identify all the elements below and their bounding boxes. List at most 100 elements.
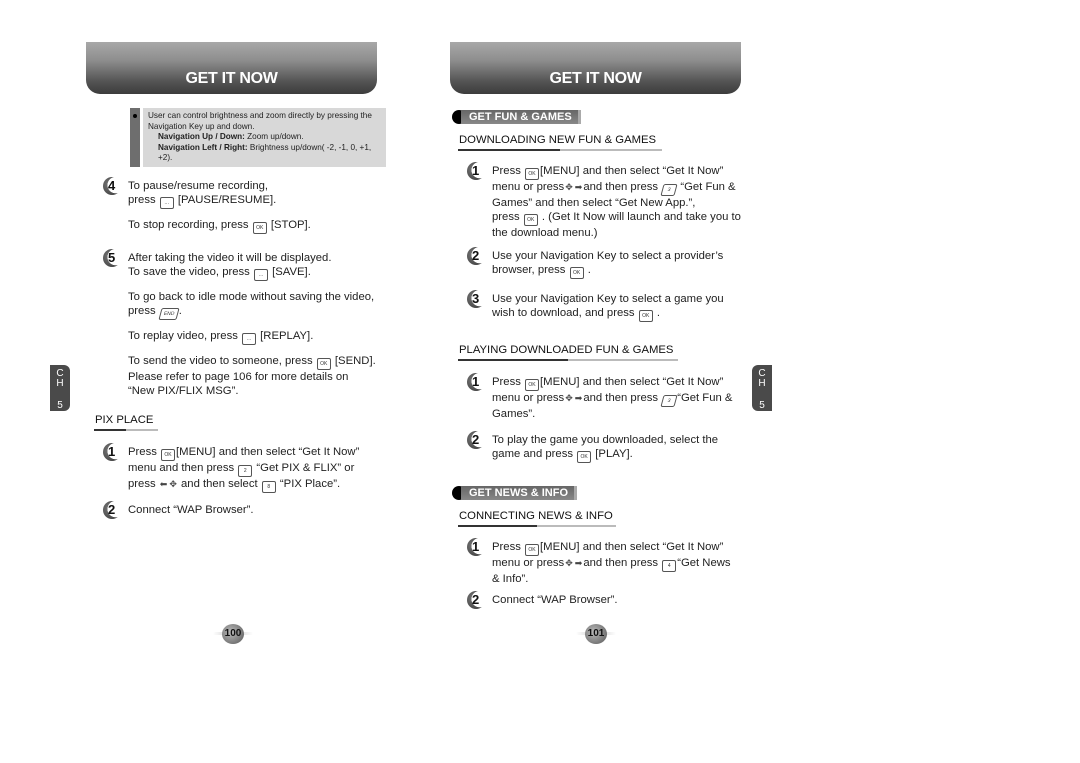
- step5-line6b: [SEND].: [334, 355, 376, 367]
- step4-line2b: [PAUSE/RESUME].: [177, 194, 277, 206]
- ok-key-icon: OK: [577, 451, 592, 463]
- step-number-4: 4: [103, 177, 121, 195]
- d1-line2a: menu or press: [492, 181, 565, 193]
- nav-key-icon: ✥: [565, 558, 573, 568]
- news-step-2: Connect “WAP Browser”.: [492, 593, 762, 607]
- key-4-icon: 4: [662, 560, 677, 572]
- chapter-h: H: [56, 378, 64, 389]
- chapter-tab-left: C H 5: [50, 365, 70, 411]
- connecting-heading: CONNECTING NEWS & INFO: [459, 510, 613, 522]
- pp1-line3a: press: [128, 478, 156, 490]
- soft-key-icon: …: [242, 333, 257, 345]
- connecting-underline: [458, 525, 616, 527]
- step-number-2: 2: [467, 431, 485, 449]
- pill-label: GET FUN & GAMES: [461, 110, 581, 124]
- step5-line5b: [REPLAY].: [260, 330, 314, 342]
- pp1-line3b: and then select: [181, 478, 258, 490]
- step5-line2b: [SAVE].: [272, 266, 311, 278]
- ok-key-icon: OK: [523, 214, 538, 226]
- ok-key-icon: OK: [525, 544, 540, 556]
- playing-underline: [458, 359, 678, 361]
- d3-line2b: .: [656, 307, 660, 319]
- d3-line2a: wish to download, and press: [492, 307, 635, 319]
- n1-line3: & Info”.: [492, 573, 529, 585]
- p1-line2a: menu or press: [492, 392, 565, 404]
- pix-place-underline: [94, 429, 158, 431]
- p1-line1b: [MENU] and then select “Get It Now”: [540, 376, 724, 388]
- p2-line2b: [PLAY].: [595, 448, 633, 460]
- soft-key-icon: …: [159, 197, 174, 209]
- ok-key-icon: OK: [316, 358, 331, 370]
- ok-key-icon: OK: [638, 310, 653, 322]
- d1-line2b: and then press: [583, 181, 659, 193]
- right-banner: GET IT NOW: [450, 42, 741, 94]
- step-number-1: 1: [103, 443, 121, 461]
- pp1-line1b: [MENU] and then select “Get It Now”: [176, 446, 360, 458]
- key-3-icon: 3: [660, 395, 678, 407]
- p2-line2a: game and press: [492, 448, 574, 460]
- step-number-2: 2: [467, 247, 485, 265]
- step5-line5a: To replay video, press: [128, 330, 238, 342]
- arrow-right-icon: ➡: [574, 182, 583, 192]
- step5-line4a: press: [128, 305, 156, 317]
- page-number-text: 101: [587, 628, 605, 639]
- pix-place-heading: PIX PLACE: [95, 414, 154, 426]
- note-line2-label: Navigation Left / Right:: [158, 142, 248, 152]
- p1-line3: Games”.: [492, 408, 536, 420]
- arrow-right-icon: ➡: [574, 558, 583, 568]
- step-5: After taking the video it will be displa…: [128, 251, 398, 398]
- ok-key-icon: OK: [161, 449, 176, 461]
- ok-key-icon: OK: [525, 168, 540, 180]
- d1-line3: Games” and then select “Get New App.”,: [492, 197, 696, 209]
- note-intro: User can control brightness and zoom dir…: [148, 111, 372, 131]
- note-line1-label: Navigation Up / Down:: [158, 132, 245, 141]
- download-step-2: Use your Navigation Key to select a prov…: [492, 249, 762, 279]
- d1-line4b: . (Get It Now will launch and take you t…: [541, 211, 741, 223]
- n1-line2b: and then press: [583, 557, 659, 569]
- d2-line2a: browser, press: [492, 264, 566, 276]
- step5-line6a: To send the video to someone, press: [128, 355, 313, 367]
- step-number-5: 5: [103, 249, 121, 267]
- page-number-left: 100: [213, 624, 253, 644]
- step5-line7: Please refer to page 106 for more detail…: [128, 371, 349, 383]
- tip-note: User can control brightness and zoom dir…: [130, 108, 386, 167]
- step4-line3a: To stop recording, press: [128, 219, 249, 231]
- p1-line2b: and then press: [583, 392, 659, 404]
- step4-line3b: [STOP].: [270, 219, 311, 231]
- step5-line2a: To save the video, press: [128, 266, 250, 278]
- n1-line2a: menu or press: [492, 557, 565, 569]
- left-banner-title: GET IT NOW: [185, 70, 278, 87]
- left-banner: GET IT NOW: [86, 42, 377, 94]
- end-key-icon: END: [158, 308, 180, 320]
- key-2-icon: 2: [238, 465, 253, 477]
- step5-line3: To go back to idle mode without saving t…: [128, 291, 375, 303]
- nav-key-icon: ✥: [169, 479, 177, 489]
- pp2-text: Connect “WAP Browser”.: [128, 504, 254, 516]
- chapter-h: H: [758, 378, 766, 389]
- pp1-line3c: “PIX Place”.: [279, 478, 341, 490]
- note-bullet-icon: [130, 108, 140, 167]
- n1-line1b: [MENU] and then select “Get It Now”: [540, 541, 724, 553]
- step-number-2: 2: [467, 591, 485, 609]
- arrow-left-icon: ⬅: [159, 479, 168, 489]
- pix-place-step-1: Press OK [MENU] and then select “Get It N…: [128, 445, 398, 493]
- arrow-right-icon: ➡: [574, 393, 583, 403]
- note-line1-text: Zoom up/down.: [244, 132, 304, 141]
- p1-line1a: Press: [492, 376, 521, 388]
- key-8-icon: 8: [261, 481, 276, 493]
- step-number-3: 3: [467, 290, 485, 308]
- p2-line1: To play the game you downloaded, select …: [492, 434, 719, 446]
- playing-heading: PLAYING DOWNLOADED FUN & GAMES: [459, 344, 674, 356]
- step5-line4b: .: [178, 305, 182, 317]
- download-step-3: Use your Navigation Key to select a game…: [492, 292, 762, 322]
- d1-line2c: “Get Fun &: [680, 181, 736, 193]
- n1-line1a: Press: [492, 541, 521, 553]
- step-number-1: 1: [467, 162, 485, 180]
- chapter-tab-right: C H 5: [752, 365, 772, 411]
- pp1-line2b: “Get PIX & FLIX” or: [256, 462, 355, 474]
- pp1-line2a: menu and then press: [128, 462, 235, 474]
- chapter-number: 5: [57, 400, 63, 411]
- nav-key-icon: ✥: [565, 393, 573, 403]
- d3-line1: Use your Navigation Key to select a game…: [492, 293, 724, 305]
- news-step-1: Press OK [MENU] and then select “Get It N…: [492, 540, 762, 586]
